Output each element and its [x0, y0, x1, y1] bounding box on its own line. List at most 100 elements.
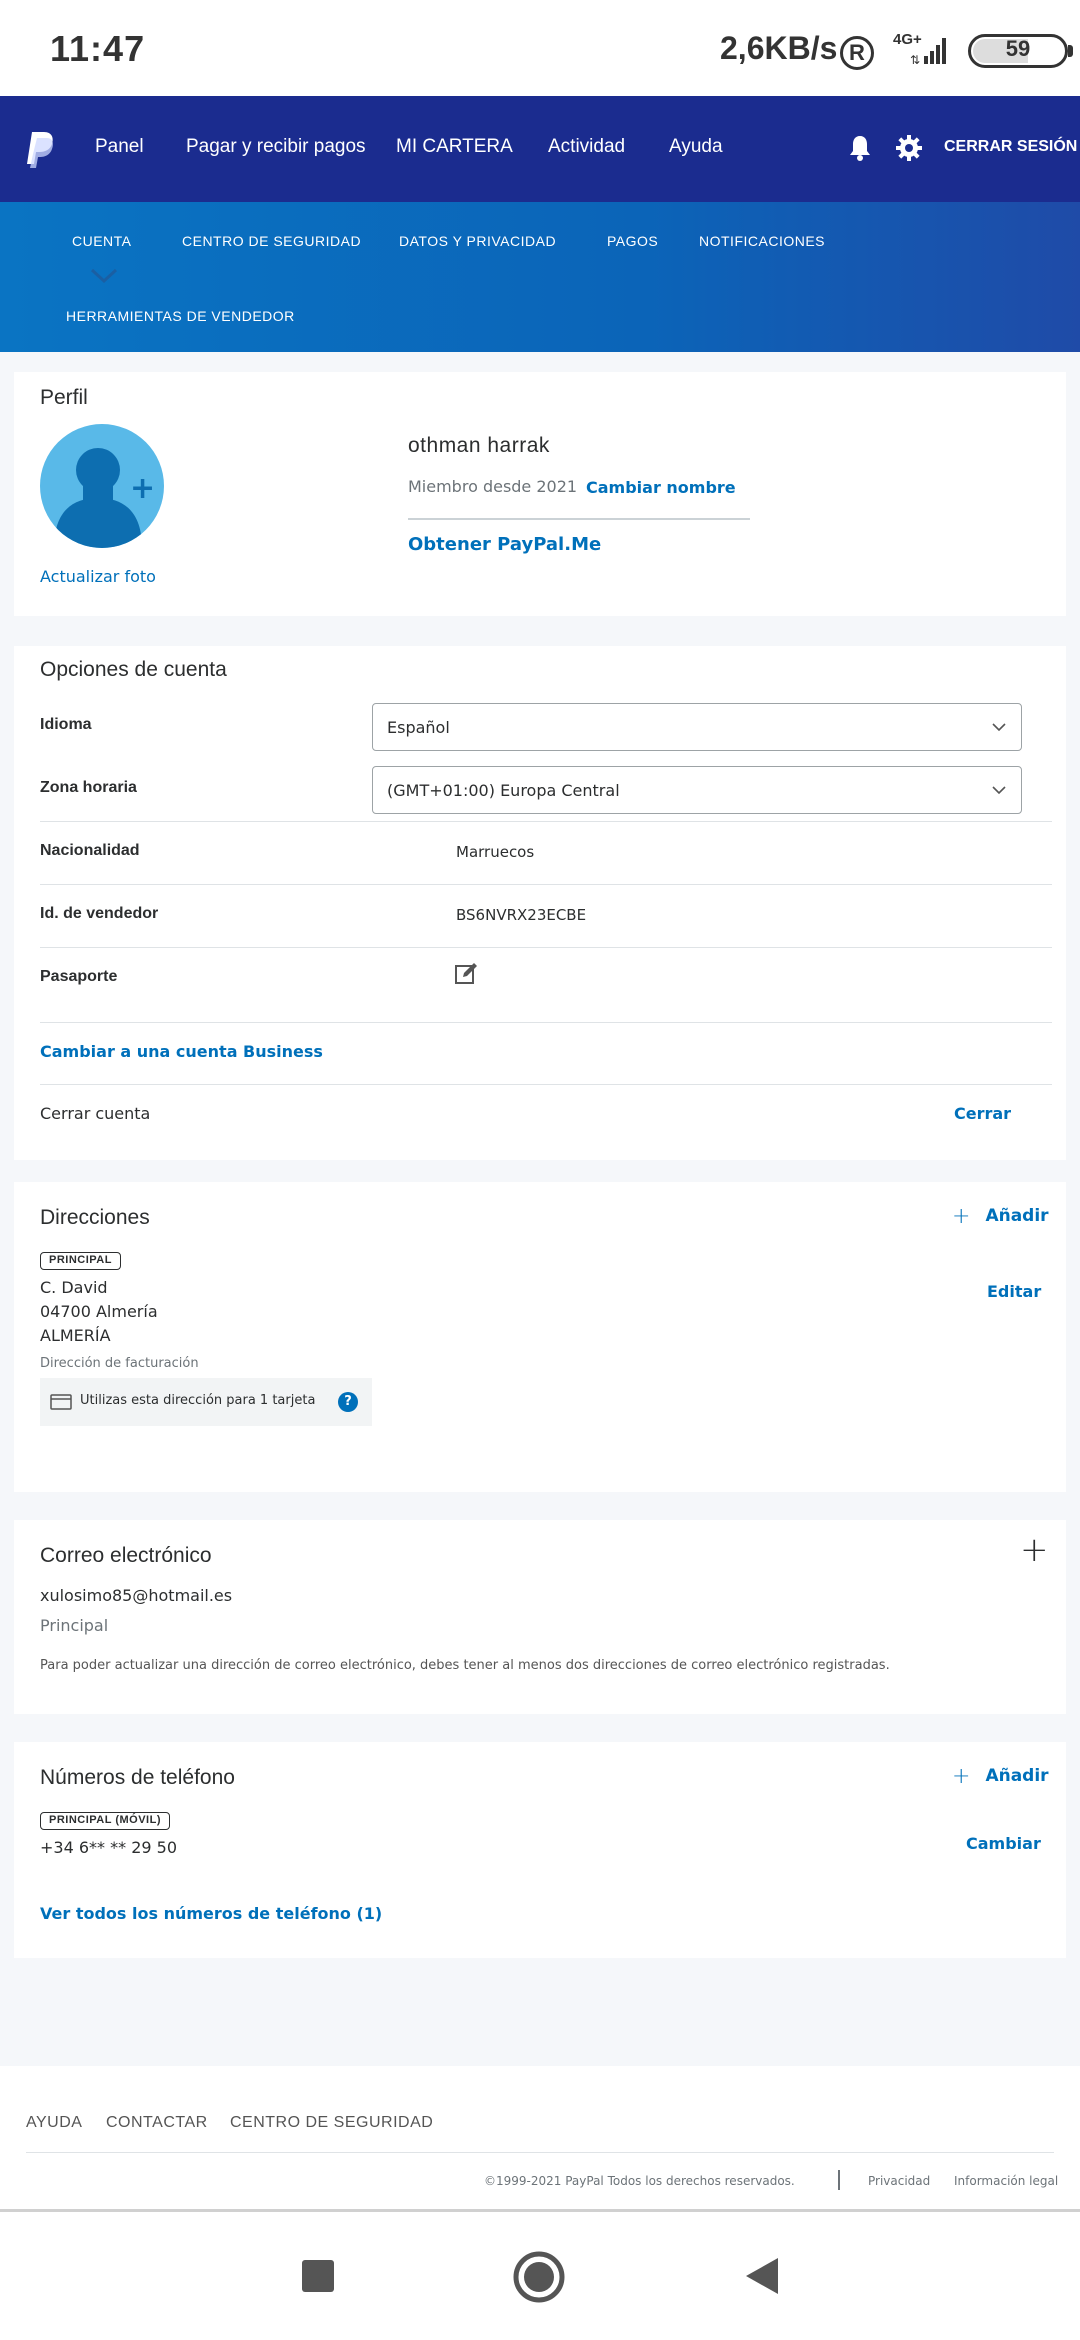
- tab-account[interactable]: CUENTA: [72, 233, 132, 249]
- recent-apps-icon[interactable]: [300, 2258, 336, 2294]
- footer-legal-link[interactable]: Información legal: [954, 2174, 1058, 2188]
- add-email-plus-icon[interactable]: +: [1020, 1530, 1049, 1570]
- battery-tip: [1068, 45, 1073, 57]
- address-line: C. David: [40, 1278, 108, 1297]
- tab-notifications[interactable]: NOTIFICACIONES: [699, 233, 825, 249]
- account-options-card: Opciones de cuenta Idioma Español Zona h…: [14, 646, 1066, 1160]
- help-icon[interactable]: ?: [338, 1392, 358, 1412]
- add-phone-button[interactable]: + Añadir: [952, 1764, 1049, 1789]
- footer-security-link[interactable]: CENTRO DE SEGURIDAD: [230, 2114, 433, 2132]
- view-all-phones-link[interactable]: Ver todos los números de teléfono (1): [40, 1904, 382, 1923]
- bell-icon[interactable]: [848, 134, 872, 162]
- footer-contact-link[interactable]: CONTACTAR: [106, 2114, 208, 2132]
- change-name-link[interactable]: Cambiar nombre: [586, 478, 736, 497]
- active-tab-caret-icon: [90, 268, 118, 284]
- credit-card-icon: [50, 1394, 72, 1410]
- nav-activity[interactable]: Actividad: [548, 136, 625, 158]
- chevron-down-icon: [992, 723, 1006, 732]
- divider: [40, 1022, 1052, 1023]
- back-icon[interactable]: [742, 2256, 782, 2296]
- svg-text:+: +: [130, 471, 155, 506]
- signal-icon: ⇅: [910, 38, 946, 66]
- timezone-label: Zona horaria: [40, 779, 137, 796]
- nav-help[interactable]: Ayuda: [669, 136, 723, 158]
- member-since: Miembro desde 2021: [408, 477, 578, 496]
- top-navigation: Panel Pagar y recibir pagos MI CARTERA A…: [0, 96, 1080, 202]
- footer: AYUDA CONTACTAR CENTRO DE SEGURIDAD ©199…: [0, 2066, 1080, 2210]
- email-title: Correo electrónico: [40, 1544, 212, 1567]
- plus-icon: +: [952, 1204, 971, 1229]
- chevron-down-icon: [992, 786, 1006, 795]
- nav-wallet[interactable]: MI CARTERA: [396, 136, 513, 158]
- seller-id-label: Id. de vendedor: [40, 905, 159, 922]
- language-value: Español: [387, 718, 450, 737]
- svg-text:⇅: ⇅: [910, 53, 920, 66]
- phones-title: Números de teléfono: [40, 1766, 235, 1789]
- billing-address-label: Dirección de facturación: [40, 1356, 199, 1371]
- email-primary-label: Principal: [40, 1616, 109, 1635]
- edit-address-button[interactable]: Editar: [987, 1282, 1041, 1301]
- tab-payments[interactable]: PAGOS: [607, 233, 658, 249]
- registered-icon: R: [840, 36, 874, 70]
- gear-icon[interactable]: [895, 134, 923, 162]
- footer-separator: [838, 2170, 840, 2190]
- profile-title: Perfil: [40, 386, 88, 409]
- address-line: ALMERÍA: [40, 1326, 111, 1345]
- avatar-person-icon: +: [54, 448, 155, 548]
- phone-card: Números de teléfono + Añadir PRINCIPAL (…: [14, 1742, 1066, 1958]
- close-account-button[interactable]: Cerrar: [954, 1104, 1011, 1123]
- update-photo-link[interactable]: Actualizar foto: [40, 567, 156, 586]
- logout-button[interactable]: CERRAR SESIÓN: [944, 138, 1077, 156]
- nav-panel[interactable]: Panel: [95, 136, 144, 158]
- address-line: 04700 Almería: [40, 1302, 158, 1321]
- email-update-note: Para poder actualizar una dirección de c…: [40, 1658, 890, 1673]
- home-icon[interactable]: [512, 2250, 566, 2304]
- edit-icon[interactable]: [454, 962, 478, 986]
- profile-name: othman harrak: [408, 434, 550, 457]
- timezone-select[interactable]: (GMT+01:00) Europa Central: [372, 766, 1022, 814]
- divider: [40, 821, 1052, 822]
- system-navigation-bar: [0, 2212, 1080, 2340]
- account-options-title: Opciones de cuenta: [40, 658, 227, 681]
- profile-divider: [408, 518, 750, 520]
- language-label: Idioma: [40, 716, 92, 733]
- footer-help-link[interactable]: AYUDA: [26, 2114, 82, 2132]
- nationality-value: Marruecos: [456, 843, 535, 861]
- card-usage-note: Utilizas esta dirección para 1 tarjeta ?: [40, 1378, 372, 1426]
- avatar[interactable]: +: [40, 424, 164, 548]
- primary-mobile-badge: PRINCIPAL (MÓVIL): [40, 1812, 170, 1830]
- account-subnav: CUENTA CENTRO DE SEGURIDAD DATOS Y PRIVA…: [0, 202, 1080, 352]
- status-time: 11:47: [50, 28, 146, 69]
- email-card: Correo electrónico + xulosimo85@hotmail.…: [14, 1520, 1066, 1714]
- tab-security-center[interactable]: CENTRO DE SEGURIDAD: [182, 233, 361, 249]
- seller-id-value: BS6NVRX23ECBE: [456, 906, 587, 924]
- phone-number: +34 6** ** 29 50: [40, 1838, 178, 1857]
- battery-level: 59: [1005, 36, 1031, 61]
- addresses-card: Direcciones + Añadir PRINCIPAL C. David …: [14, 1182, 1066, 1492]
- status-network-speed: 2,6KB/s: [720, 30, 838, 66]
- profile-card: Perfil + Actualizar foto othman harrak M…: [14, 372, 1066, 616]
- status-bar: 11:47 2,6KB/s R 4G+ ⇅ 59: [0, 0, 1080, 96]
- battery-icon: 59: [968, 34, 1076, 68]
- footer-divider: [26, 2152, 1054, 2153]
- footer-privacy-link[interactable]: Privacidad: [868, 2174, 930, 2188]
- add-address-button[interactable]: + Añadir: [952, 1204, 1049, 1229]
- add-phone-label: Añadir: [985, 1766, 1049, 1786]
- tab-data-privacy[interactable]: DATOS Y PRIVACIDAD: [399, 233, 556, 249]
- copyright-text: ©1999-2021 PayPal Todos los derechos res…: [484, 2174, 795, 2188]
- paypal-logo-icon[interactable]: [24, 130, 56, 170]
- change-phone-button[interactable]: Cambiar: [966, 1834, 1041, 1853]
- plus-icon: +: [952, 1764, 971, 1789]
- email-address: xulosimo85@hotmail.es: [40, 1586, 233, 1605]
- switch-business-link[interactable]: Cambiar a una cuenta Business: [40, 1042, 323, 1061]
- timezone-value: (GMT+01:00) Europa Central: [387, 781, 620, 800]
- get-paypal-me-link[interactable]: Obtener PayPal.Me: [408, 534, 601, 555]
- divider: [40, 884, 1052, 885]
- language-select[interactable]: Español: [372, 703, 1022, 751]
- tab-seller-tools[interactable]: HERRAMIENTAS DE VENDEDOR: [66, 308, 295, 324]
- close-account-label: Cerrar cuenta: [40, 1104, 151, 1123]
- card-usage-text: Utilizas esta dirección para 1 tarjeta: [80, 1393, 316, 1408]
- addresses-title: Direcciones: [40, 1206, 150, 1229]
- nav-pay-receive[interactable]: Pagar y recibir pagos: [186, 136, 366, 158]
- passport-label: Pasaporte: [40, 968, 118, 985]
